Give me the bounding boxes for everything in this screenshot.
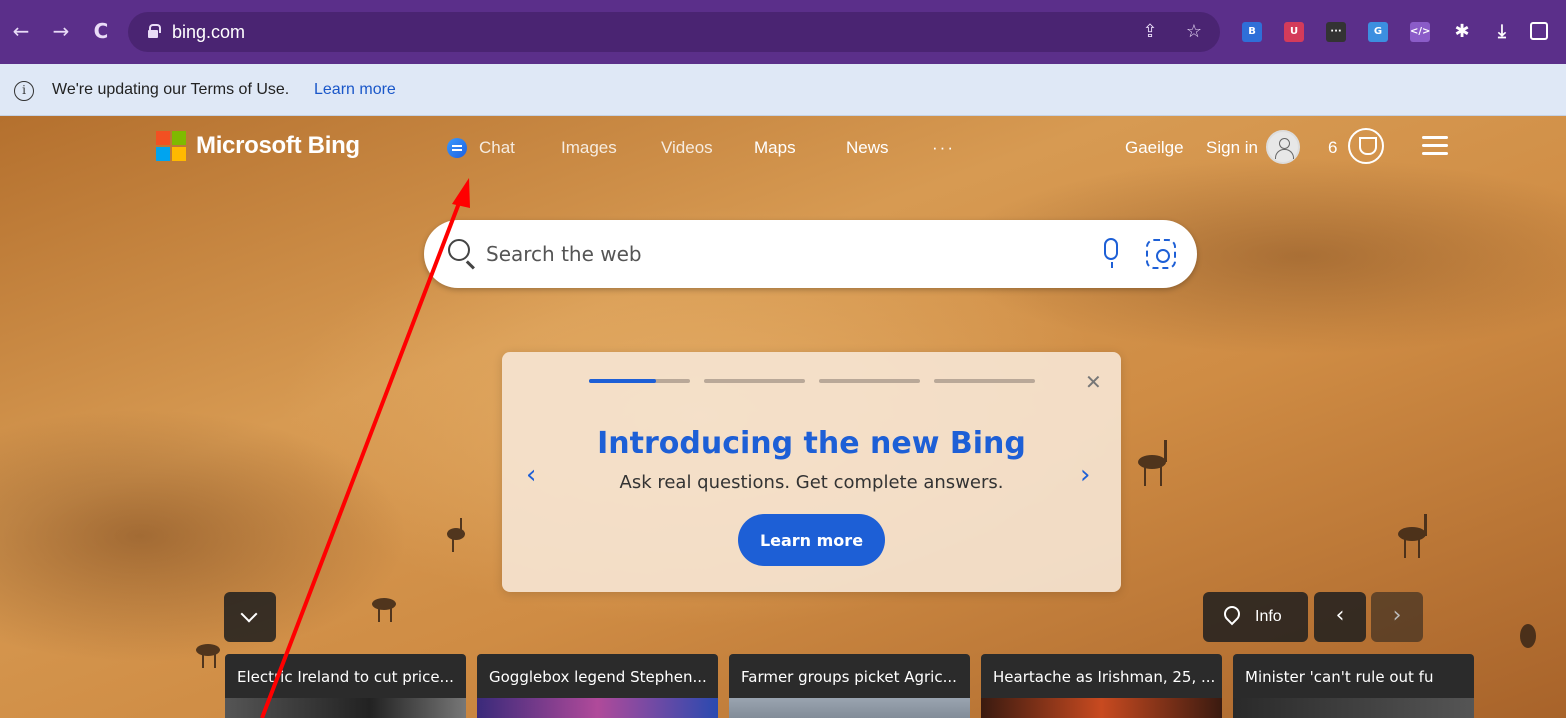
visual-search-icon[interactable] bbox=[1146, 239, 1176, 269]
new-bing-promo-card: ✕ ‹ › Introducing the new Bing Ask real … bbox=[502, 352, 1121, 592]
news-card-title: Heartache as Irishman, 25, ... bbox=[993, 668, 1216, 686]
language-link[interactable]: Gaeilge bbox=[1125, 138, 1184, 158]
share-icon[interactable]: ⇪ bbox=[1138, 20, 1162, 44]
infobar-learn-more-link[interactable]: Learn more bbox=[314, 81, 396, 99]
menu-hamburger-icon[interactable] bbox=[1422, 136, 1448, 156]
previous-image-chevron-icon[interactable]: ‹ bbox=[1314, 592, 1366, 642]
reload-icon[interactable]: C bbox=[88, 18, 114, 44]
search-icon[interactable] bbox=[448, 239, 470, 261]
next-image-chevron-icon[interactable]: › bbox=[1371, 592, 1423, 642]
info-icon: i bbox=[14, 81, 34, 101]
extensions-puzzle-icon[interactable]: ✱ bbox=[1452, 22, 1472, 42]
lock-icon bbox=[148, 24, 161, 38]
bing-homepage: Microsoft Bing Chat Images Videos Maps N… bbox=[0, 116, 1566, 718]
nav-videos[interactable]: Videos bbox=[661, 138, 713, 158]
news-card[interactable]: Gogglebox legend Stephen... bbox=[477, 654, 718, 718]
slide-progress-fill bbox=[589, 379, 656, 383]
microphone-icon[interactable] bbox=[1104, 238, 1118, 268]
slide-indicator-3[interactable] bbox=[819, 379, 920, 383]
location-pin-icon bbox=[1223, 606, 1239, 626]
bing-logo-text[interactable]: Microsoft Bing bbox=[196, 132, 360, 160]
back-icon[interactable]: ← bbox=[8, 18, 34, 44]
pocket-icon[interactable]: U bbox=[1284, 22, 1304, 42]
news-card-image bbox=[225, 698, 466, 718]
news-card-image bbox=[729, 698, 970, 718]
info-label: Info bbox=[1255, 608, 1282, 625]
collapse-feed-chevron-icon[interactable] bbox=[224, 592, 276, 642]
news-card[interactable]: Heartache as Irishman, 25, ... bbox=[981, 654, 1222, 718]
promo-learn-more-button[interactable]: Learn more bbox=[738, 514, 885, 566]
news-card-title: Farmer groups picket Agric... bbox=[741, 668, 957, 686]
news-card[interactable]: Farmer groups picket Agric... bbox=[729, 654, 970, 718]
avatar-icon[interactable] bbox=[1266, 130, 1300, 164]
forward-icon[interactable]: → bbox=[48, 18, 74, 44]
address-url[interactable]: bing.com bbox=[172, 22, 245, 43]
extension-icon-3[interactable]: ··· bbox=[1326, 22, 1346, 42]
search-input[interactable] bbox=[486, 240, 1086, 268]
nav-images[interactable]: Images bbox=[561, 138, 617, 158]
image-info-button[interactable]: Info bbox=[1203, 592, 1308, 642]
translate-icon[interactable]: G bbox=[1368, 22, 1388, 42]
promo-subtitle: Ask real questions. Get complete answers… bbox=[619, 472, 1004, 493]
terms-infobar: i We're updating our Terms of Use. Learn… bbox=[0, 64, 1566, 116]
nav-chat[interactable]: Chat bbox=[479, 138, 515, 158]
news-card-title: Gogglebox legend Stephen... bbox=[489, 668, 707, 686]
sign-in-link[interactable]: Sign in bbox=[1206, 138, 1258, 158]
infobar-message: We're updating our Terms of Use. bbox=[52, 81, 290, 98]
nav-news[interactable]: News bbox=[846, 138, 889, 158]
chat-icon[interactable] bbox=[447, 138, 467, 158]
nav-more[interactable]: ··· bbox=[932, 138, 955, 158]
nav-maps[interactable]: Maps bbox=[754, 138, 796, 158]
microsoft-logo-icon[interactable] bbox=[156, 131, 186, 161]
close-icon[interactable]: ✕ bbox=[1085, 370, 1102, 394]
download-icon[interactable]: ⤓ bbox=[1492, 22, 1512, 42]
slide-indicator-4[interactable] bbox=[934, 379, 1035, 383]
extension-icon-1[interactable]: B bbox=[1242, 22, 1262, 42]
news-card[interactable]: Minister 'can't rule out fu bbox=[1233, 654, 1474, 718]
news-card-image bbox=[981, 698, 1222, 718]
side-panel-icon[interactable] bbox=[1530, 22, 1548, 40]
bookmark-star-icon[interactable]: ☆ bbox=[1182, 20, 1206, 44]
rewards-count[interactable]: 6 bbox=[1328, 138, 1337, 158]
news-card-image bbox=[477, 698, 718, 718]
search-box bbox=[424, 220, 1197, 288]
slide-indicator-1[interactable] bbox=[589, 379, 690, 383]
news-card-image bbox=[1233, 698, 1474, 718]
news-card-title: Minister 'can't rule out fu bbox=[1245, 668, 1434, 686]
rewards-trophy-icon[interactable] bbox=[1348, 128, 1384, 164]
news-card-title: Electric Ireland to cut price... bbox=[237, 668, 454, 686]
browser-toolbar: ← → C bing.com ⇪ ☆ B U ··· G </> ✱ ⤓ bbox=[0, 0, 1566, 64]
slide-indicator-2[interactable] bbox=[704, 379, 805, 383]
code-extension-icon[interactable]: </> bbox=[1410, 22, 1430, 42]
news-card[interactable]: Electric Ireland to cut price... bbox=[225, 654, 466, 718]
address-bar[interactable]: bing.com ⇪ ☆ bbox=[128, 12, 1220, 52]
promo-title: Introducing the new Bing bbox=[597, 426, 1026, 461]
